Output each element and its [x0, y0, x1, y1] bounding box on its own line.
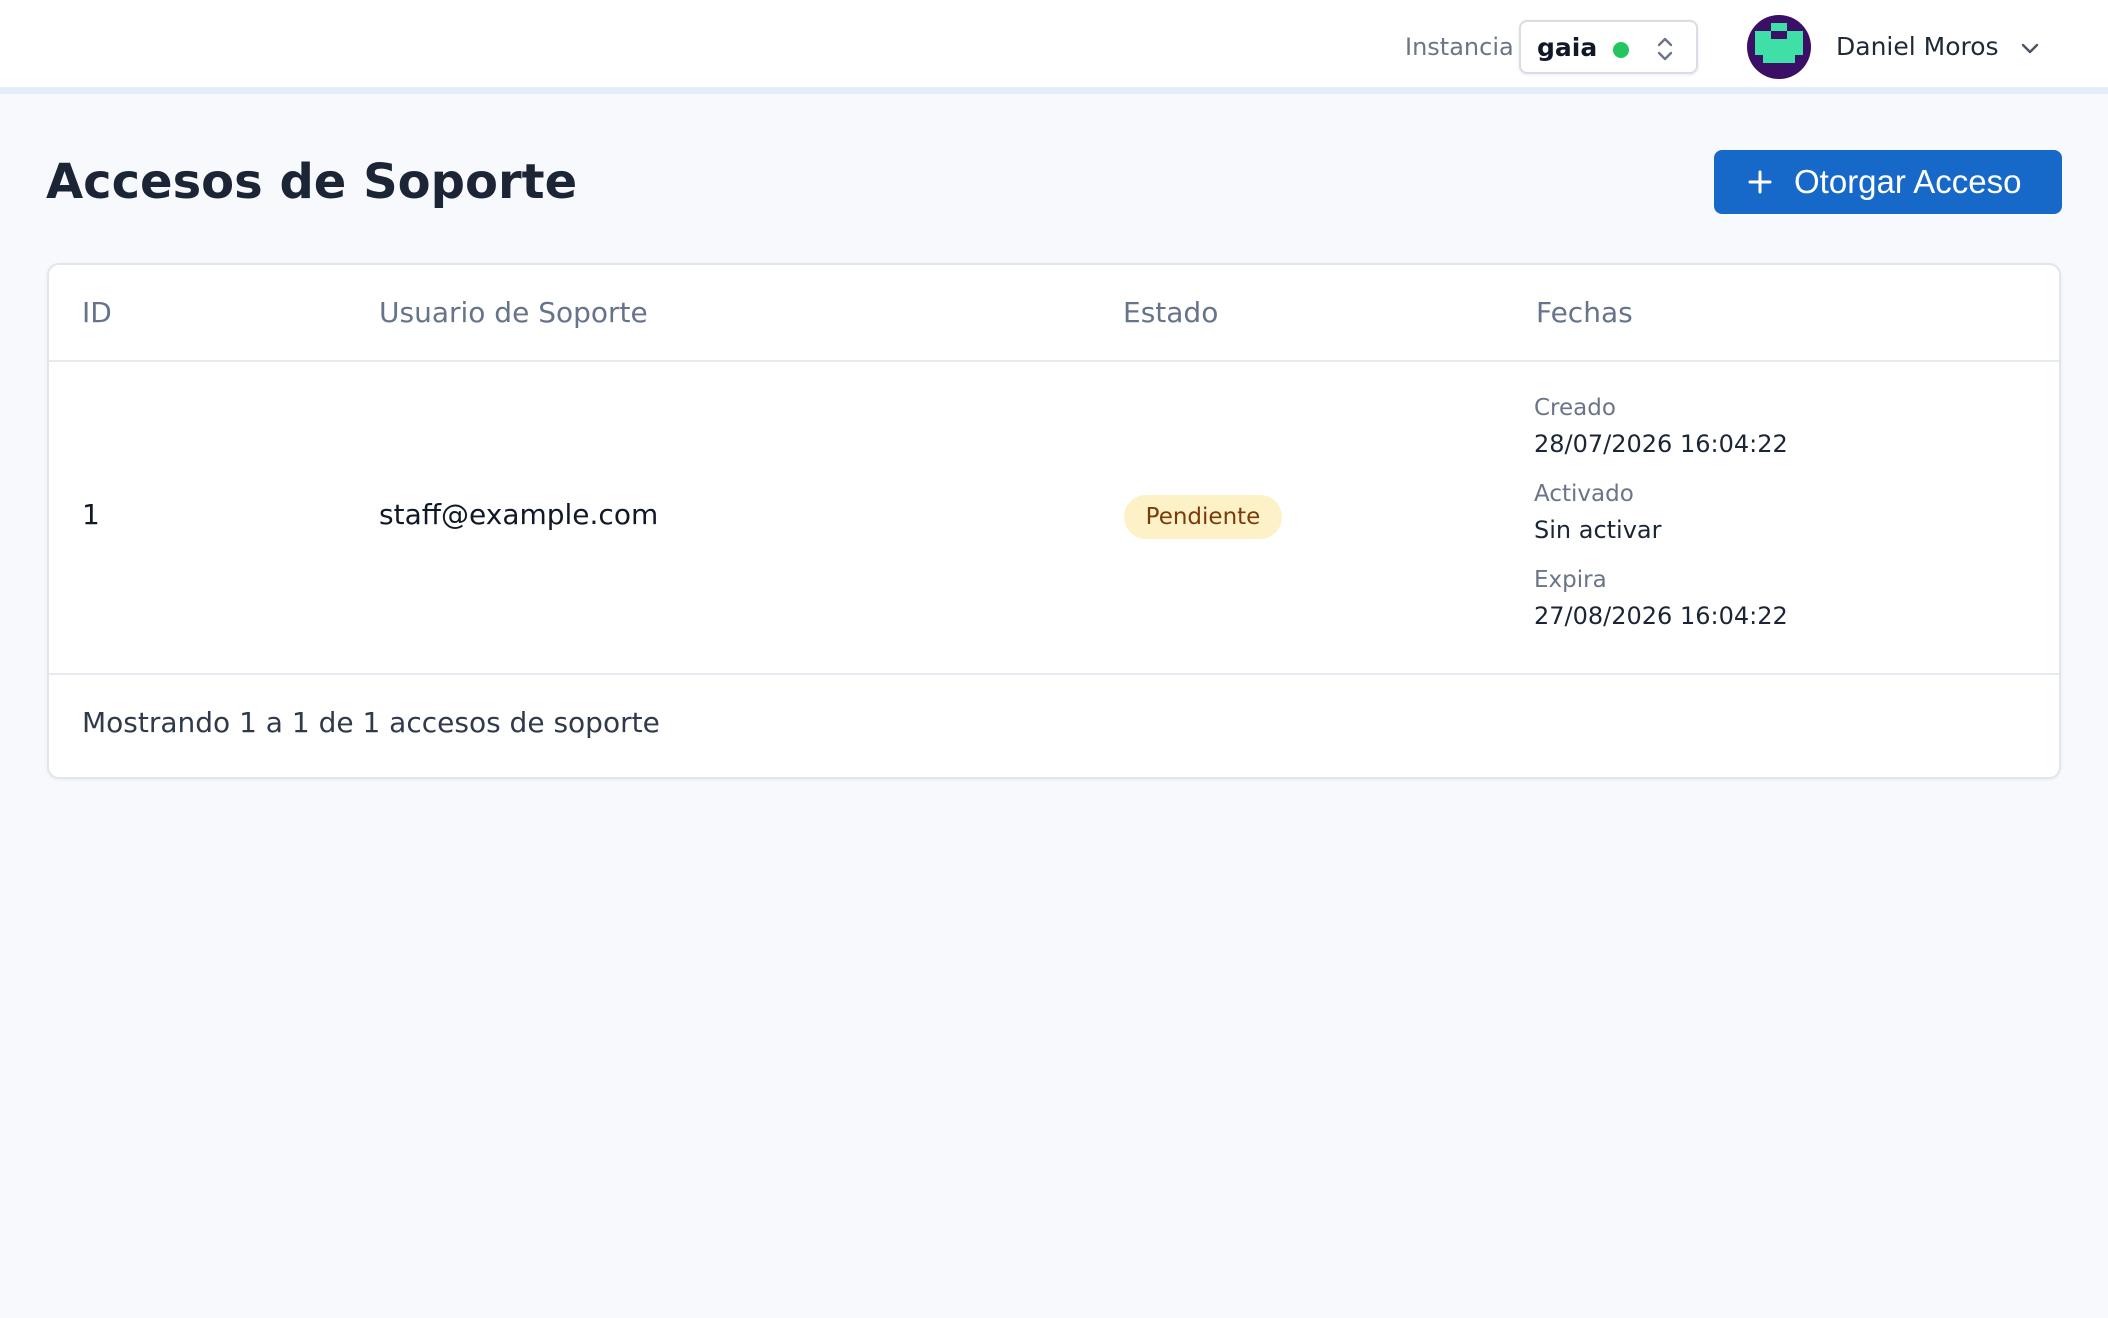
- status-badge: Pendiente: [1124, 495, 1282, 539]
- expires-label: Expira: [1534, 567, 1607, 593]
- instance-name: gaia: [1537, 33, 1598, 62]
- table-row[interactable]: 1 staff@example.com Pendiente Creado 28/…: [49, 362, 2059, 675]
- column-header-dates[interactable]: Fechas: [1536, 295, 1633, 331]
- instance-status-dot: [1613, 42, 1629, 58]
- cell-support-user: staff@example.com: [379, 498, 659, 531]
- avatar-icon: [1747, 15, 1811, 79]
- activated-label: Activado: [1534, 481, 1634, 507]
- grant-access-button[interactable]: Otorgar Acceso: [1714, 150, 2062, 214]
- column-header-status[interactable]: Estado: [1123, 295, 1218, 331]
- grant-access-label: Otorgar Acceso: [1794, 163, 2022, 200]
- activated-value: Sin activar: [1534, 516, 1662, 544]
- cell-id: 1: [82, 498, 100, 531]
- expires-value: 27/08/2026 16:04:22: [1534, 602, 1788, 630]
- plus-icon: [1748, 170, 1772, 194]
- top-bar: Instancia gaia Daniel Moros: [0, 0, 2108, 94]
- page-title: Accesos de Soporte: [46, 154, 578, 210]
- support-access-table: ID Usuario de Soporte Estado Fechas 1 st…: [47, 263, 2061, 779]
- user-name[interactable]: Daniel Moros: [1836, 30, 1999, 64]
- column-header-id[interactable]: ID: [82, 295, 112, 331]
- user-avatar[interactable]: [1747, 15, 1811, 79]
- created-value: 28/07/2026 16:04:22: [1534, 430, 1788, 458]
- created-label: Creado: [1534, 395, 1616, 421]
- chevron-up-down-icon: [1657, 37, 1673, 61]
- instance-select[interactable]: gaia: [1519, 20, 1698, 74]
- table-header: ID Usuario de Soporte Estado Fechas: [49, 265, 2059, 362]
- instance-label: Instancia: [1405, 33, 1514, 61]
- column-header-support-user[interactable]: Usuario de Soporte: [379, 295, 648, 331]
- chevron-down-icon[interactable]: [2018, 36, 2042, 60]
- pagination-summary: Mostrando 1 a 1 de 1 accesos de soporte: [82, 706, 660, 739]
